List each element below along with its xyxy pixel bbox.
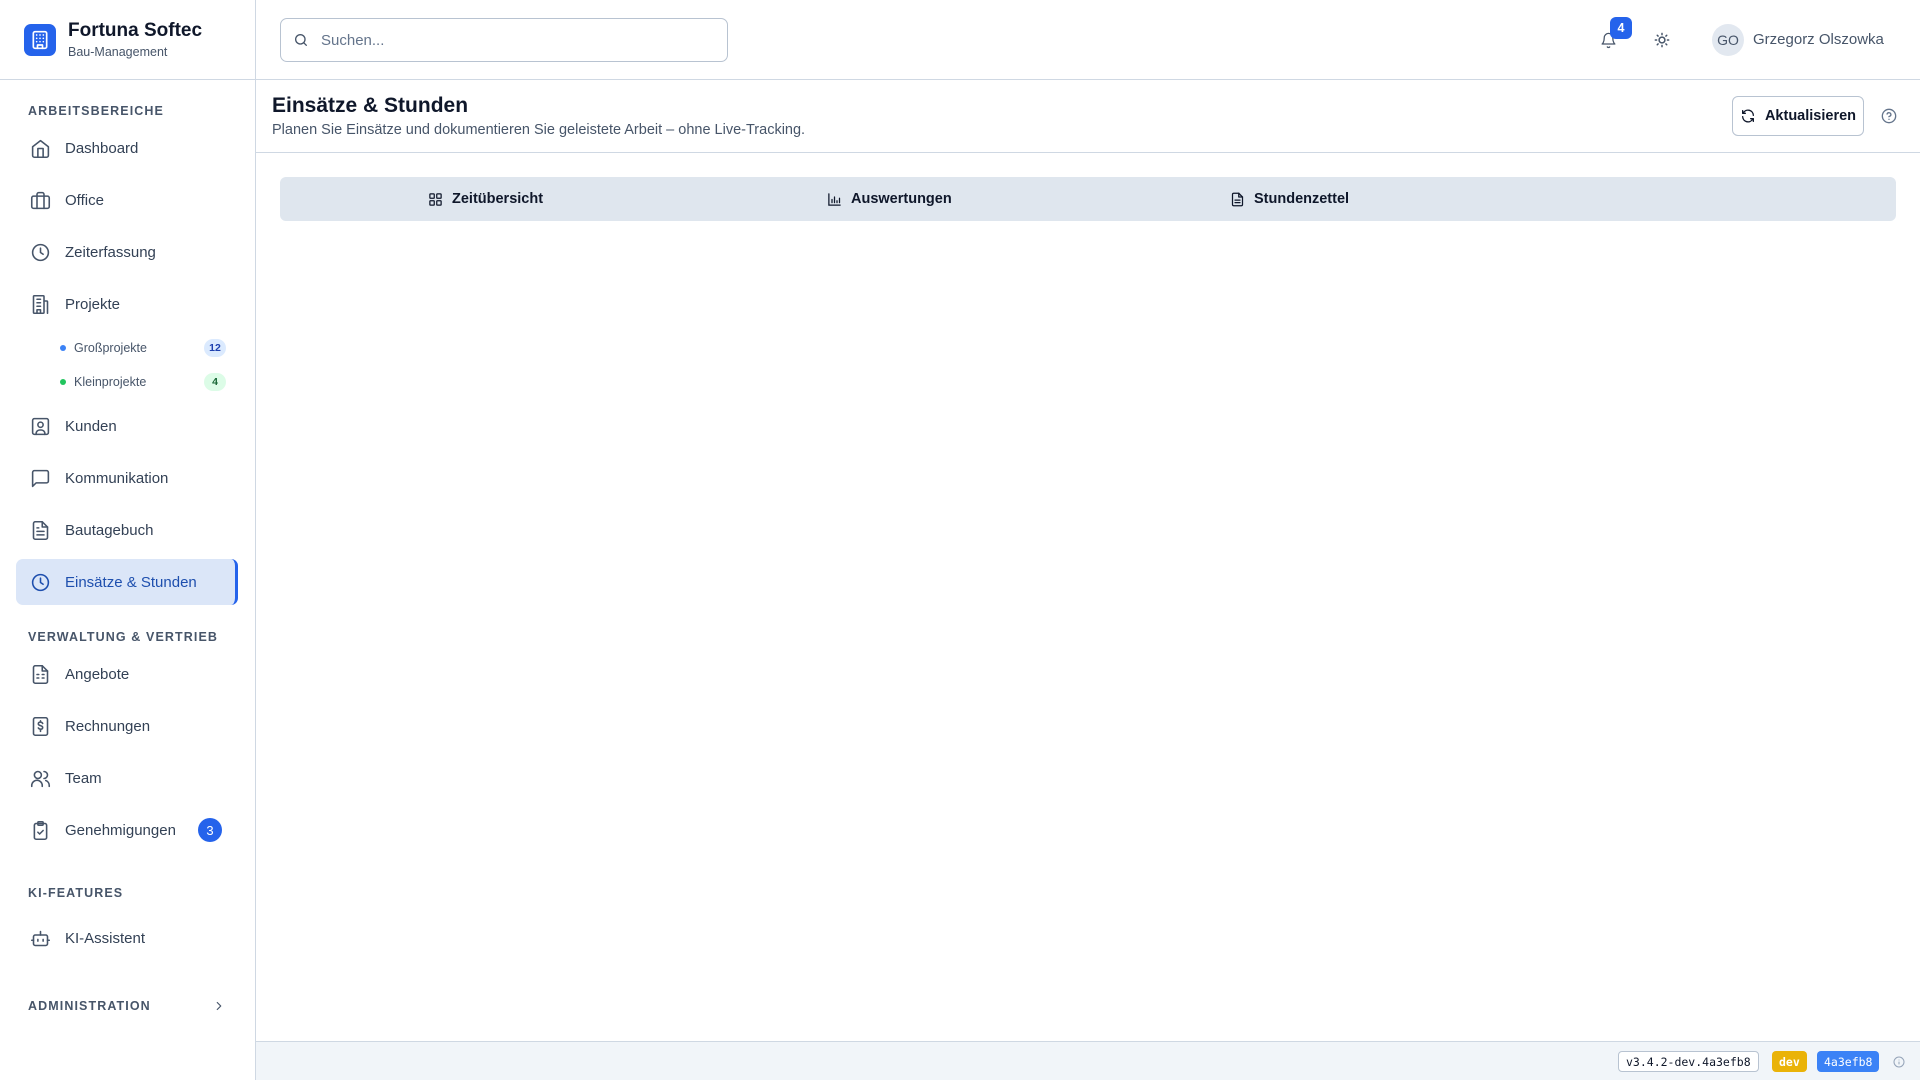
sidebar-item-team[interactable]: Team bbox=[16, 755, 238, 801]
contact-icon bbox=[31, 417, 50, 435]
file-text-icon bbox=[1231, 192, 1244, 206]
home-icon bbox=[31, 139, 50, 158]
page-description: Planen Sie Einsätze und dokumentieren Si… bbox=[272, 122, 806, 138]
sun-icon bbox=[1654, 32, 1670, 48]
brand-title: Fortuna Softec bbox=[68, 19, 203, 41]
search-icon bbox=[295, 34, 307, 46]
page-header: Einsätze & Stunden Planen Sie Einsätze u… bbox=[256, 80, 1920, 153]
sidebar-item-zeiterfassung[interactable]: Zeiterfassung bbox=[16, 229, 238, 275]
spreadsheet-icon bbox=[32, 664, 49, 684]
help-icon[interactable] bbox=[1881, 108, 1897, 124]
buildings-icon bbox=[32, 294, 49, 314]
grid-icon bbox=[429, 192, 442, 206]
section-label-ki-features: KI-Features bbox=[28, 886, 124, 900]
tab-label: Auswertungen bbox=[851, 191, 952, 207]
clock-icon bbox=[31, 573, 50, 591]
sidebar-item-projekte[interactable]: Projekte bbox=[16, 281, 238, 327]
sidebar-item-bautagebuch[interactable]: Bautagebuch bbox=[16, 507, 238, 553]
brand-subtitle: Bau-Management bbox=[68, 44, 168, 59]
subitem-label: Großprojekte bbox=[74, 341, 147, 355]
theme-toggle-button[interactable] bbox=[1652, 30, 1672, 50]
chevron-right-icon bbox=[216, 1001, 222, 1011]
tab-stundenzettel[interactable]: Stundenzettel bbox=[1230, 177, 1349, 221]
sidebar-item-dashboard[interactable]: Dashboard bbox=[16, 125, 238, 171]
sidebar-subitem-kleinprojekte[interactable]: Kleinprojekte 4 bbox=[60, 369, 228, 395]
sidebar-item-label: Einsätze & Stunden bbox=[65, 573, 197, 591]
sidebar-item-label: KI-Assistent bbox=[65, 929, 146, 947]
section-label-arbeitsbereiche: Arbeitsbereiche bbox=[28, 104, 164, 118]
count-badge: 4 bbox=[204, 373, 226, 391]
sidebar: Fortuna Softec Bau-Management Arbeitsber… bbox=[0, 0, 256, 1080]
notification-count-badge: 4 bbox=[1610, 17, 1632, 39]
refresh-icon bbox=[1741, 109, 1754, 123]
brand[interactable]: Fortuna Softec Bau-Management bbox=[0, 0, 255, 80]
avatar[interactable]: GO bbox=[1712, 24, 1744, 56]
document-icon bbox=[32, 520, 49, 540]
sidebar-item-einsaetze-stunden[interactable]: Einsätze & Stunden bbox=[16, 559, 238, 605]
sidebar-item-label: Projekte bbox=[65, 295, 121, 313]
page-title: Einsätze & Stunden bbox=[272, 94, 469, 117]
invoice-icon bbox=[32, 716, 49, 736]
sidebar-item-label: Angebote bbox=[65, 665, 130, 683]
bot-icon bbox=[30, 930, 51, 946]
subitem-label: Kleinprojekte bbox=[74, 375, 147, 389]
sidebar-item-angebote[interactable]: Angebote bbox=[16, 651, 238, 697]
tab-auswertungen[interactable]: Auswertungen bbox=[827, 177, 952, 221]
version-badge: v3.4.2-dev.4a3efb8 bbox=[1618, 1051, 1759, 1072]
footer-version-bar: v3.4.2-dev.4a3efb8 dev 4a3efb8 bbox=[256, 1041, 1920, 1080]
building-icon bbox=[30, 191, 51, 209]
topbar: 4 GO Grzegorz Olszowka bbox=[256, 0, 1920, 80]
user-name[interactable]: Grzegorz Olszowka bbox=[1753, 31, 1884, 48]
search-box[interactable] bbox=[280, 18, 728, 62]
sidebar-item-label: Office bbox=[65, 191, 104, 209]
chat-icon bbox=[31, 469, 50, 487]
sidebar-section-administration[interactable]: Administration bbox=[28, 999, 226, 1013]
bar-chart-icon bbox=[828, 192, 841, 206]
refresh-button[interactable]: Aktualisieren bbox=[1732, 96, 1864, 136]
search-input[interactable] bbox=[321, 31, 701, 49]
sidebar-item-kommunikation[interactable]: Kommunikation bbox=[16, 455, 238, 501]
sidebar-item-label: Kommunikation bbox=[65, 469, 169, 487]
sidebar-subitem-grossprojekte[interactable]: Großprojekte 12 bbox=[60, 335, 228, 361]
section-label-verwaltung: Verwaltung & Vertrieb bbox=[28, 630, 219, 644]
sidebar-item-genehmigungen[interactable]: Genehmigungen 3 bbox=[16, 807, 238, 853]
environment-badge: dev bbox=[1772, 1051, 1807, 1072]
status-dot bbox=[60, 345, 66, 351]
sidebar-item-label: Genehmigungen bbox=[65, 821, 176, 839]
tab-label: Stundenzettel bbox=[1254, 191, 1350, 207]
commit-hash-badge: 4a3efb8 bbox=[1817, 1051, 1880, 1072]
sidebar-item-kunden[interactable]: Kunden bbox=[16, 403, 238, 449]
sidebar-item-label: Dashboard bbox=[65, 139, 139, 157]
sidebar-item-label: Team bbox=[65, 769, 102, 787]
count-badge: 12 bbox=[204, 339, 226, 357]
clock-icon bbox=[31, 243, 50, 261]
info-icon[interactable] bbox=[1893, 1056, 1905, 1068]
building-logo-icon bbox=[24, 23, 56, 56]
tab-zeituebersicht[interactable]: Zeitübersicht bbox=[428, 177, 543, 221]
section-label-administration: Administration bbox=[28, 999, 151, 1013]
approvals-count-badge: 3 bbox=[198, 818, 222, 842]
refresh-label: Aktualisieren bbox=[1764, 108, 1857, 124]
sidebar-item-office[interactable]: Office bbox=[16, 177, 238, 223]
sidebar-item-rechnungen[interactable]: Rechnungen bbox=[16, 703, 238, 749]
tab-label: Zeitübersicht bbox=[452, 191, 544, 207]
sidebar-item-ki-assistent[interactable]: KI-Assistent bbox=[16, 915, 238, 961]
sidebar-item-label: Bautagebuch bbox=[65, 521, 154, 539]
users-icon bbox=[30, 770, 51, 787]
status-dot bbox=[60, 379, 66, 385]
clipboard-check-icon bbox=[33, 820, 48, 840]
tab-bar: Zeitübersicht Auswertungen Stundenzettel bbox=[280, 177, 1896, 221]
sidebar-item-label: Zeiterfassung bbox=[65, 243, 156, 261]
sidebar-item-label: Rechnungen bbox=[65, 717, 151, 735]
sidebar-item-label: Kunden bbox=[65, 417, 117, 435]
